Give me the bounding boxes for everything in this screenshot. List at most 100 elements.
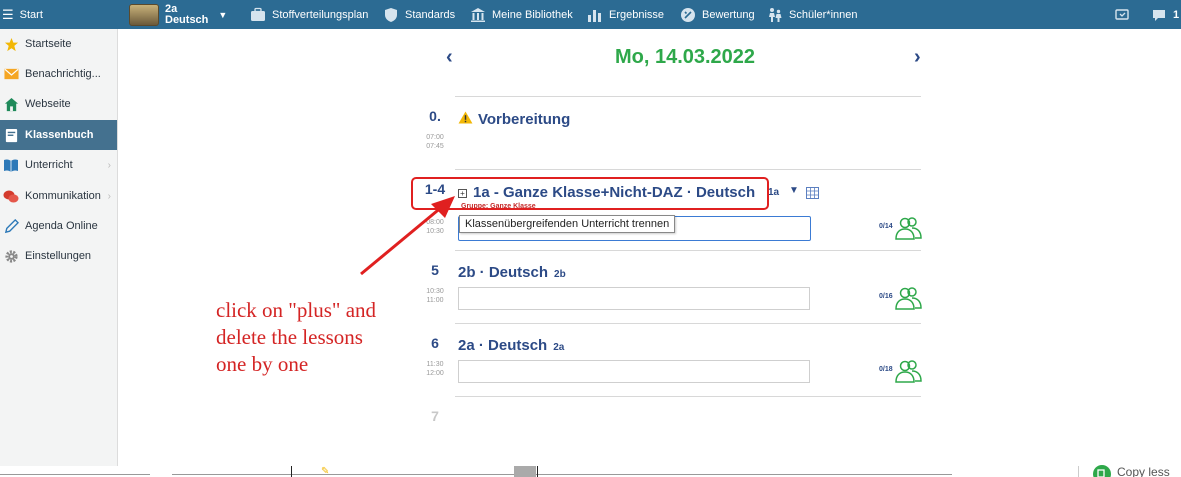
annotation-text: click on "plus" and delete the lessons o…: [216, 297, 426, 378]
divider: [455, 396, 921, 397]
sidebar-item-label: Einstellungen: [25, 250, 92, 262]
nav-standards[interactable]: Standards: [383, 0, 455, 29]
lesson-title: Vorbereitung: [478, 111, 571, 128]
divider: [291, 466, 292, 477]
nav-label: Meine Bibliothek: [492, 8, 573, 21]
nav-label: Bewertung: [702, 8, 755, 21]
chevron-right-icon: ›: [107, 159, 111, 171]
sidebar-item-label: Startseite: [25, 38, 72, 50]
hamburger-menu-icon: ☰: [2, 6, 14, 22]
class-selector[interactable]: 2a Deutsch ▼: [129, 0, 227, 29]
chat-bubble-icon: [1153, 9, 1165, 21]
messages-count: 1: [1173, 8, 1180, 21]
home-icon: [3, 96, 19, 112]
lesson-note-input[interactable]: [458, 360, 810, 383]
period-start-time: 07:00: [426, 134, 444, 141]
sidebar-item-label: Benachrichtig...: [25, 68, 101, 80]
divider: [455, 169, 921, 170]
divider: [172, 474, 952, 475]
grading-icon: [681, 7, 695, 22]
nav-schuelerinnen[interactable]: Schüler*innen: [767, 0, 858, 29]
divider: [455, 323, 921, 324]
briefcase-icon: [251, 7, 265, 21]
nav-ergebnisse[interactable]: Ergebnisse: [587, 0, 664, 29]
chevron-down-icon: ▼: [218, 9, 228, 20]
lesson-vorbereitung[interactable]: Vorbereitung: [458, 111, 570, 128]
start-label: Start: [19, 8, 43, 21]
sidebar-item-benachrichtigungen[interactable]: Benachrichtig...: [0, 59, 117, 89]
students-group-icon[interactable]: [894, 216, 922, 240]
scrollbar-thumb[interactable]: [514, 466, 536, 477]
copy-icon: [1093, 465, 1111, 477]
class-tag: 2a: [553, 342, 565, 353]
sidebar-item-agenda-online[interactable]: Agenda Online: [0, 211, 117, 241]
annotation-arrow: [360, 196, 455, 276]
period-number: 0.: [429, 108, 441, 124]
shield-icon: [385, 7, 397, 22]
pen-icon: [3, 218, 19, 234]
sidebar-item-kommunikation[interactable]: Kommunikation ›: [0, 181, 117, 211]
messages-button[interactable]: 1: [1151, 0, 1179, 29]
divider: [0, 474, 150, 475]
nav-label: Stoffverteilungsplan: [272, 8, 369, 21]
sidebar-item-webseite[interactable]: Webseite: [0, 89, 117, 119]
mail-icon: [3, 66, 19, 82]
copy-lessons-button[interactable]: Copy less: [1093, 465, 1170, 477]
students-group-icon[interactable]: [894, 359, 922, 383]
sidebar-item-label: Unterricht: [25, 159, 73, 171]
gear-icon: [3, 248, 19, 264]
class-code: 2a: [165, 2, 178, 15]
sidebar: Startseite Benachrichtig... Webseite Kla…: [0, 29, 118, 466]
screen-cast-button[interactable]: [1114, 0, 1130, 29]
nav-meine-bibliothek[interactable]: Meine Bibliothek: [470, 0, 573, 29]
period-end-time: 07:45: [426, 143, 444, 150]
annotation-line: one by one: [216, 352, 309, 376]
start-button[interactable]: ☰ Start: [2, 0, 43, 29]
sidebar-item-label: Agenda Online: [25, 220, 98, 232]
library-icon: [471, 7, 485, 22]
annotation-line: delete the lessons: [216, 325, 363, 349]
pencil-icon: ✎: [321, 466, 330, 477]
period-number: 7: [431, 408, 439, 424]
warning-icon: [458, 111, 473, 124]
top-navigation-bar: ☰ Start 2a Deutsch ▼ Stoffverteilungspla…: [0, 0, 1181, 29]
lesson-title: 2a · Deutsch: [458, 337, 548, 354]
sidebar-item-unterricht[interactable]: Unterricht ›: [0, 150, 117, 180]
chevron-right-icon: ›: [107, 190, 111, 202]
nav-stoffverteilungsplan[interactable]: Stoffverteilungsplan: [250, 0, 368, 29]
bar-chart-icon: [588, 9, 601, 22]
chevron-down-icon[interactable]: ▼: [789, 185, 799, 196]
lesson-2b-deutsch[interactable]: 2b · Deutsch 2b: [458, 264, 566, 281]
date-title: Mo, 14.03.2022: [614, 46, 756, 68]
copy-lessons-label: Copy less: [1117, 465, 1170, 477]
cast-icon: [1115, 8, 1129, 20]
nav-bewertung[interactable]: Bewertung: [680, 0, 755, 29]
sidebar-item-startseite[interactable]: Startseite: [0, 29, 117, 59]
attendance-count: 0/16: [879, 293, 893, 300]
school-crest-icon: [129, 3, 159, 26]
chat-icon: [3, 188, 19, 204]
table-grid-icon[interactable]: [806, 187, 819, 199]
lesson-2a-deutsch[interactable]: 2a · Deutsch 2a: [458, 337, 564, 354]
students-group-icon[interactable]: [894, 286, 922, 310]
class-tag: 2b: [554, 269, 566, 280]
bottom-toolbar-strip: [0, 466, 1181, 477]
tooltip: Klassenübergreifenden Unterricht trennen: [459, 215, 676, 233]
sidebar-item-klassenbuch[interactable]: Klassenbuch: [0, 120, 117, 150]
lesson-title: 2b · Deutsch: [458, 264, 549, 281]
sidebar-item-label: Klassenbuch: [25, 129, 94, 141]
sidebar-item-einstellungen[interactable]: Einstellungen: [0, 241, 117, 271]
sidebar-item-label: Webseite: [25, 98, 71, 110]
lesson-note-input[interactable]: [458, 287, 810, 310]
annotation-line: click on "plus" and: [216, 298, 377, 322]
nav-label: Ergebnisse: [609, 8, 665, 21]
attendance-count: 0/18: [879, 366, 893, 373]
attendance-count: 0/14: [879, 223, 893, 230]
next-day-button[interactable]: ›: [914, 46, 921, 69]
divider: [537, 466, 538, 477]
divider: [1078, 466, 1079, 477]
sidebar-item-label: Kommunikation: [25, 190, 101, 202]
students-icon: [769, 7, 782, 22]
class-subject: Deutsch: [165, 13, 209, 26]
star-icon: [3, 36, 19, 52]
